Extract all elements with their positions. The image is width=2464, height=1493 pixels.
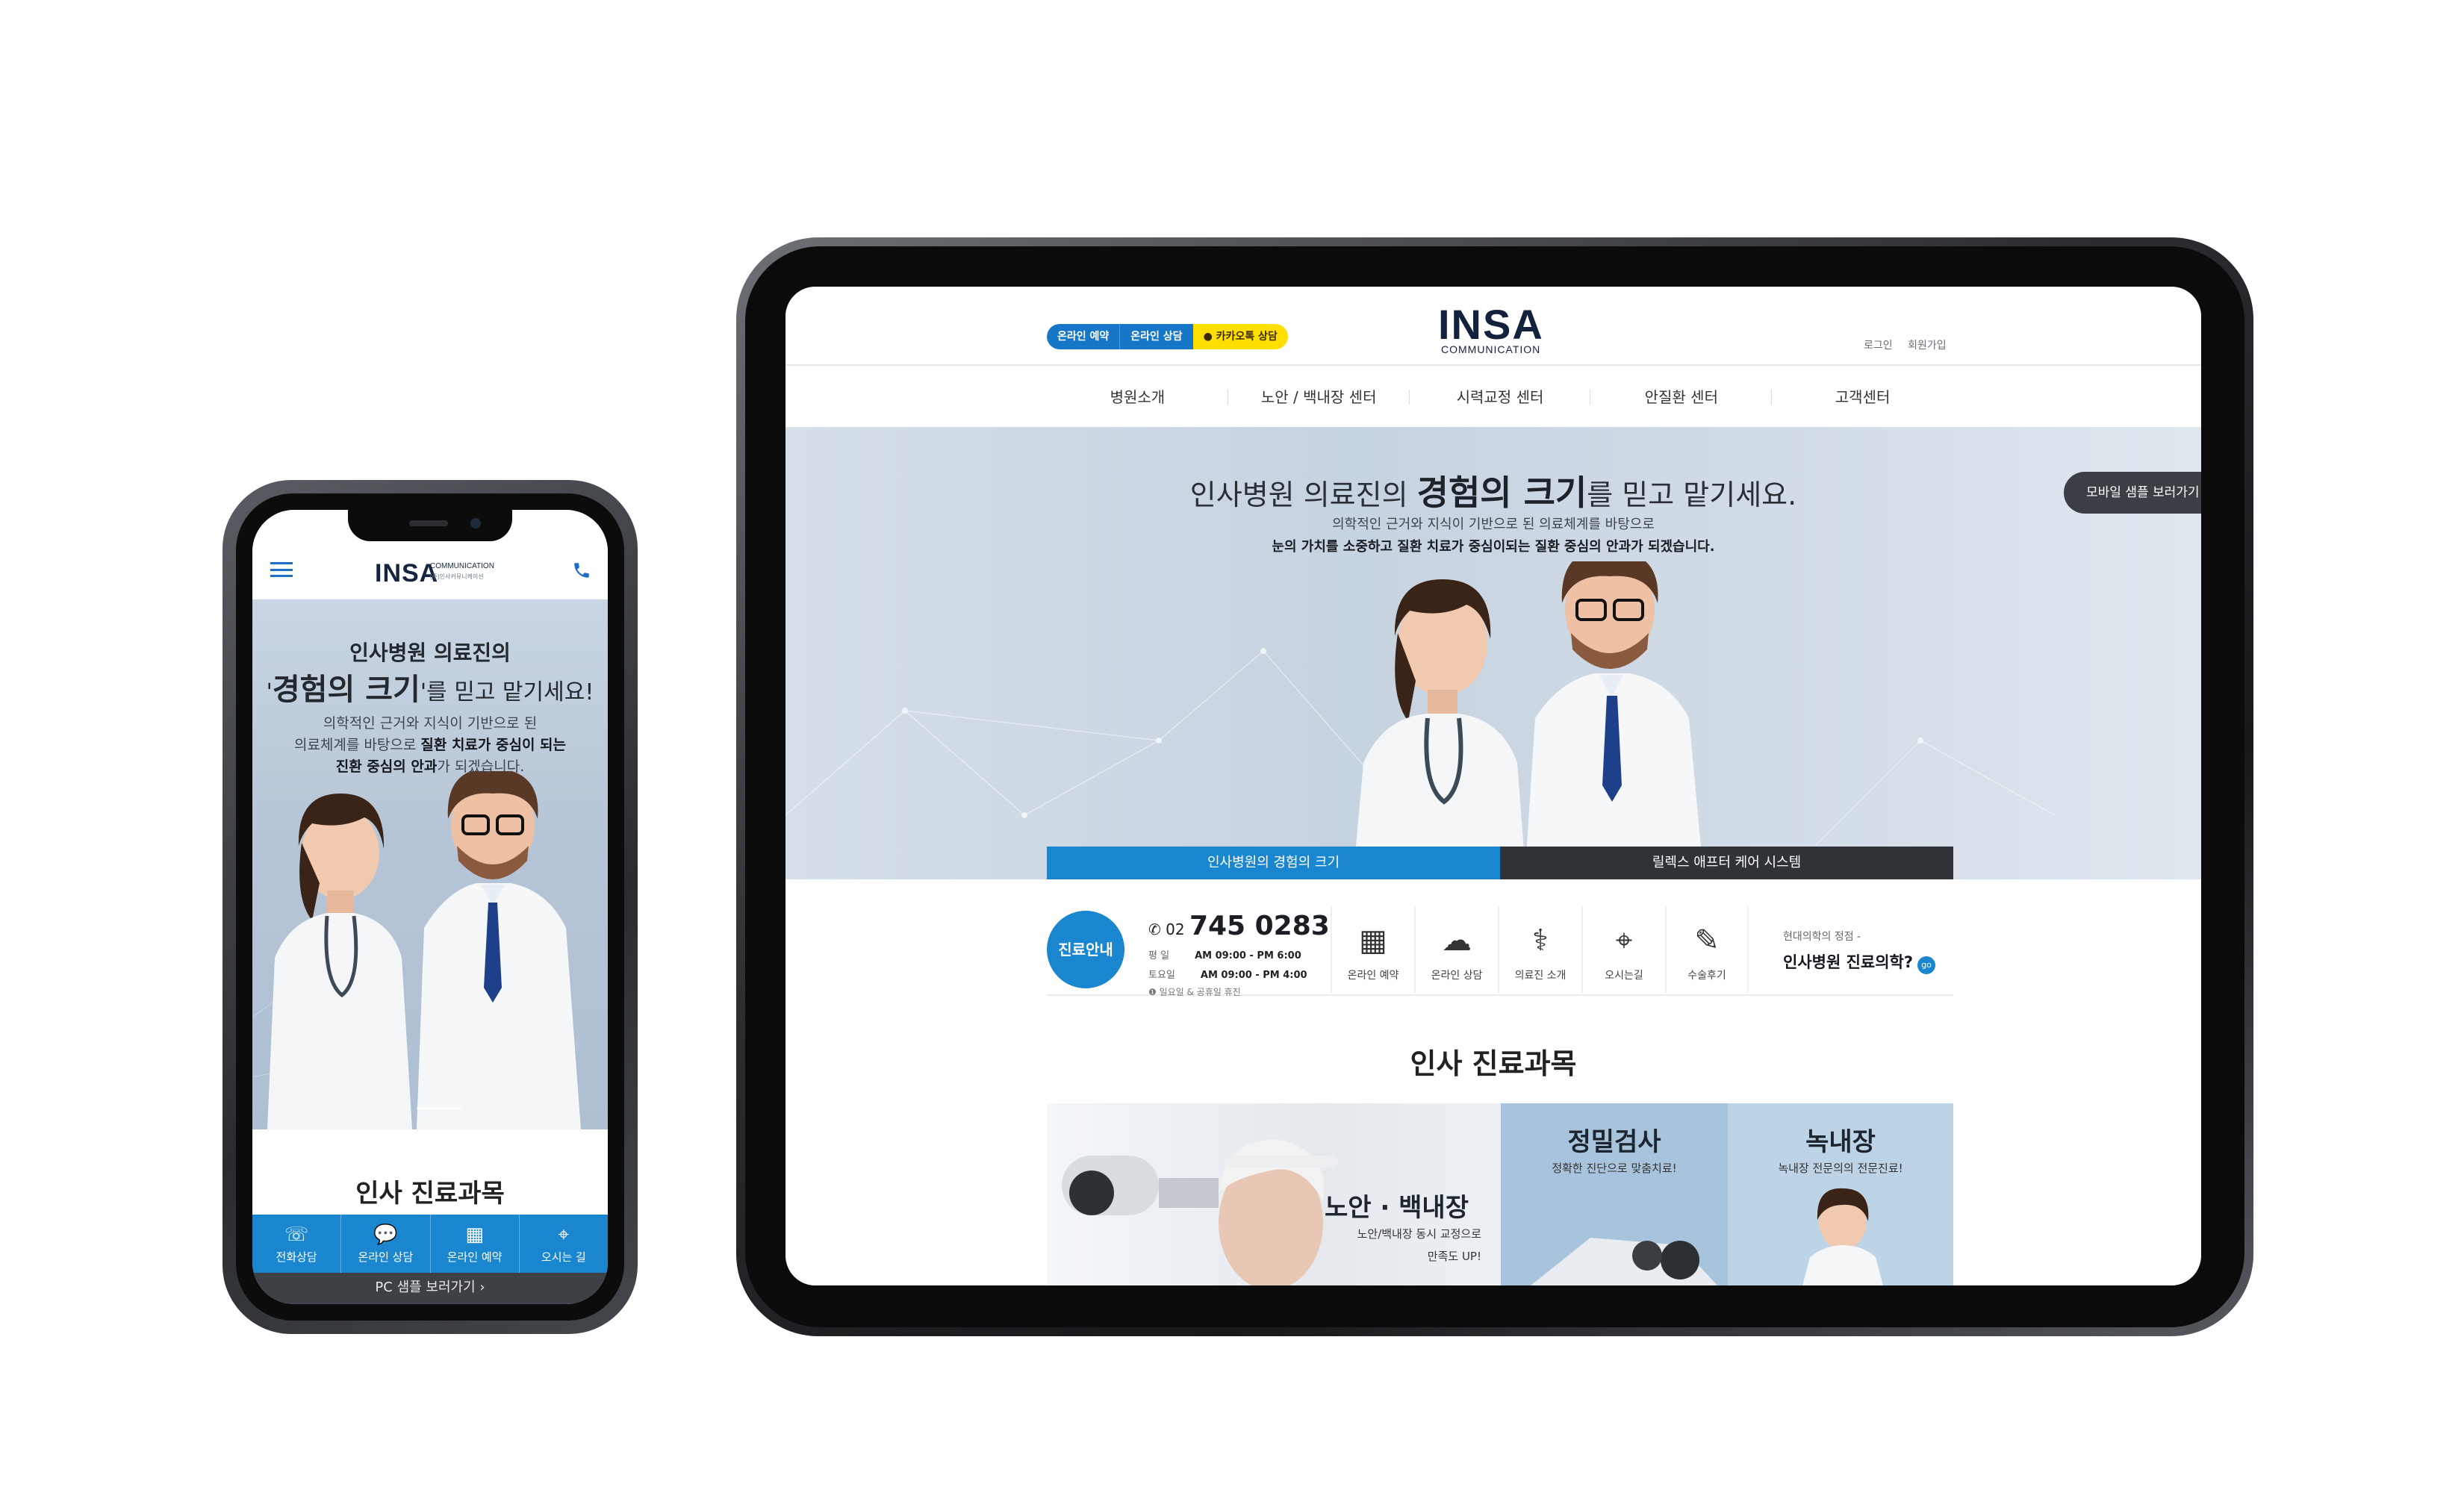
card-cataract-title: 노안 · 백내장 [1325,1193,1469,1223]
slide-indicator[interactable] [417,1107,461,1109]
site-logo[interactable]: INSA [1438,300,1544,349]
tab-online-reservation[interactable]: ▦ 온라인 예약 [431,1215,520,1273]
calendar-icon: ▦ [1359,923,1387,958]
card-cataract[interactable]: 노안 · 백내장 노안/백내장 동시 교정으로 만족도 UP! [1047,1103,1501,1285]
mobile-logo-sub2: (주)인사커뮤니케이션 [430,573,484,580]
clinic-info-badge: 진료안내 [1047,911,1124,988]
mobile-bottom-tabbar: ☏ 전화상담 💬 온라인 상담 ▦ 온라인 예약 ⌖ 오시는 길 [252,1215,608,1273]
doctors-illustration [1353,561,1704,879]
hero-slide-tabs: 인사병원의 경험의 크기 릴렉스 애프터 케어 시스템 [1047,847,1953,879]
chat-icon: ☁ [1442,923,1472,958]
link-directions[interactable]: ⌖ 오시는길 [1581,906,1665,993]
doctors-illustration [267,771,581,1129]
quick-links: ▦ 온라인 예약 ☁ 온라인 상담 ⚕ 의료진 소개 ⌖ 오시는길 ✎ 수술후기 [1331,906,1749,993]
hero-banner: 인사병원 의료진의 경험의 크기를 믿고 맡기세요. 의학적인 근거와 지식이 … [785,427,2201,879]
front-camera [470,518,481,529]
pc-sample-link[interactable]: PC 샘플 보러가기 › [252,1273,608,1304]
tab-directions[interactable]: ⌖ 오시는 길 [520,1215,608,1273]
section-title: 인사 진료과목 [1410,1047,1577,1080]
hero-title: 인사병원 의료진의 경험의 크기를 믿고 맡기세요. [1189,473,1797,513]
mobile-logo[interactable]: INSA [375,559,438,588]
tab-phone-consult[interactable]: ☏ 전화상담 [252,1215,342,1273]
doctor-portrait [1802,1188,1883,1285]
slide-tab-experience[interactable]: 인사병원의 경험의 크기 [1047,847,1500,879]
medical-promo[interactable]: 현대의학의 정점 - 인사병원 진료의학? go [1783,924,1936,977]
link-online-consult[interactable]: ☁ 온라인 상담 [1414,906,1498,993]
phone-icon[interactable] [572,561,591,580]
calendar-icon: ▦ [465,1224,484,1246]
phone-icon: ✆ [1148,920,1166,938]
quick-buttons: 온라인 예약 온라인 상담 ● 카카오톡 상담 [1047,324,1288,349]
nav-hospital-intro[interactable]: 병원소개 [1047,367,1228,427]
hamburger-menu-icon[interactable] [270,562,293,577]
hero-desc: 의학적인 근거와 지식이 기반으로 된 의료체계를 바탕으로 눈의 가치를 소중… [1272,517,1715,555]
chat-icon: 💬 [373,1224,398,1246]
card-cataract-sub1: 노안/백내장 동시 교정으로 [1357,1227,1481,1241]
nav-eye-disease[interactable]: 안질환 센터 [1590,367,1772,427]
online-consult-button[interactable]: 온라인 상담 [1119,324,1193,349]
clinic-info-bar: 진료안내 ✆ 02 745 0283 평 일 AM 09:00 - PM 6:00… [1047,903,1953,997]
card-glaucoma-sub: 녹내장 전문의의 전문진료! [1778,1162,1903,1175]
phone-bezel: INSA COMMUNICATION (주)인사커뮤니케이션 인사병원 의료진의… [236,493,624,1321]
phone-device: INSA COMMUNICATION (주)인사커뮤니케이션 인사병원 의료진의… [223,480,638,1334]
tab-online-consult[interactable]: 💬 온라인 상담 [341,1215,431,1273]
mobile-hero-banner: 인사병원 의료진의 '경험의 크기'를 믿고 맡기세요! 의학적인 근거와 지식… [252,599,608,1129]
card-exam-title: 정밀검사 [1567,1127,1661,1157]
mobile-logo-sub: COMMUNICATION [430,562,494,570]
kakao-consult-button[interactable]: ● 카카오톡 상담 [1192,324,1288,349]
slide-tab-aftercare[interactable]: 릴렉스 애프터 케어 시스템 [1500,847,1953,879]
site-logo-sub: COMMUNICATION [1441,343,1541,355]
signup-link[interactable]: 회원가입 [1908,340,1947,352]
card-glaucoma-title: 녹내장 [1805,1127,1876,1157]
link-doctors[interactable]: ⚕ 의료진 소개 [1498,906,1581,993]
mobile-hero-line1: 인사병원 의료진의 [349,640,511,665]
kakao-talk-icon: ● [1203,331,1216,343]
phone-notch [348,510,512,541]
mobile-sample-button[interactable]: 모바일 샘플 보러가기 [2064,472,2201,514]
tablet-device: 온라인 예약 온라인 상담 ● 카카오톡 상담 INSA COMMUNICATI… [736,237,2253,1336]
nav-cataract-center[interactable]: 노안 / 백내장 센터 [1228,367,1410,427]
phone-icon: ☏ [284,1224,309,1246]
phone-number[interactable]: ✆ 02 745 0283 [1148,911,1330,941]
go-icon[interactable]: go [1917,956,1936,974]
tablet-screen: 온라인 예약 온라인 상담 ● 카카오톡 상담 INSA COMMUNICATI… [785,287,2201,1285]
info-icon: ❶ [1148,987,1160,997]
mobile-section-title: 인사 진료과목 [355,1179,505,1209]
opening-hours: 평 일 AM 09:00 - PM 6:00 토요일 AM 09:00 - PM 4… [1148,950,1307,981]
location-icon: ⌖ [1615,923,1633,958]
speaker [409,520,448,526]
mobile-screen: INSA COMMUNICATION (주)인사커뮤니케이션 인사병원 의료진의… [252,510,608,1304]
department-cards: 노안 · 백내장 노안/백내장 동시 교정으로 만족도 UP! 정밀검사 정확한… [1047,1103,1953,1285]
stethoscope-icon: ⚕ [1532,923,1549,958]
review-icon: ✎ [1694,923,1720,958]
link-reviews[interactable]: ✎ 수술후기 [1665,906,1749,993]
top-header: 온라인 예약 온라인 상담 ● 카카오톡 상담 INSA COMMUNICATI… [785,287,2201,366]
card-precision-exam[interactable]: 정밀검사 정확한 진단으로 맞춤치료! [1501,1103,1728,1285]
card-glaucoma[interactable]: 녹내장 녹내장 전문의의 전문진료! [1728,1103,1953,1285]
location-icon: ⌖ [558,1224,570,1246]
card-exam-sub: 정확한 진단으로 맞춤치료! [1552,1162,1677,1175]
card-cataract-sub2: 만족도 UP! [1427,1250,1481,1263]
online-reservation-button[interactable]: 온라인 예약 [1047,324,1120,349]
microscope-illustration [1531,1238,1717,1285]
util-links: 로그인 회원가입 [1864,337,1959,352]
main-nav: 병원소개 노안 / 백내장 센터 시력교정 센터 안질환 센터 고객센터 [1047,367,1953,427]
mobile-hero-line2: '경험의 크기'를 믿고 맡기세요! [266,673,594,707]
holiday-notice: ❶ 일요일 & 공휴일 휴진 [1148,987,1241,997]
mobile-hero-desc: 의학적인 근거와 지식이 기반으로 된 의료체계를 바탕으로 질환 치료가 중심… [293,715,567,775]
nav-customer-center[interactable]: 고객센터 [1772,367,1953,427]
login-link[interactable]: 로그인 [1864,340,1893,352]
link-online-reservation[interactable]: ▦ 온라인 예약 [1331,906,1414,993]
nav-vision-correction[interactable]: 시력교정 센터 [1410,367,1591,427]
